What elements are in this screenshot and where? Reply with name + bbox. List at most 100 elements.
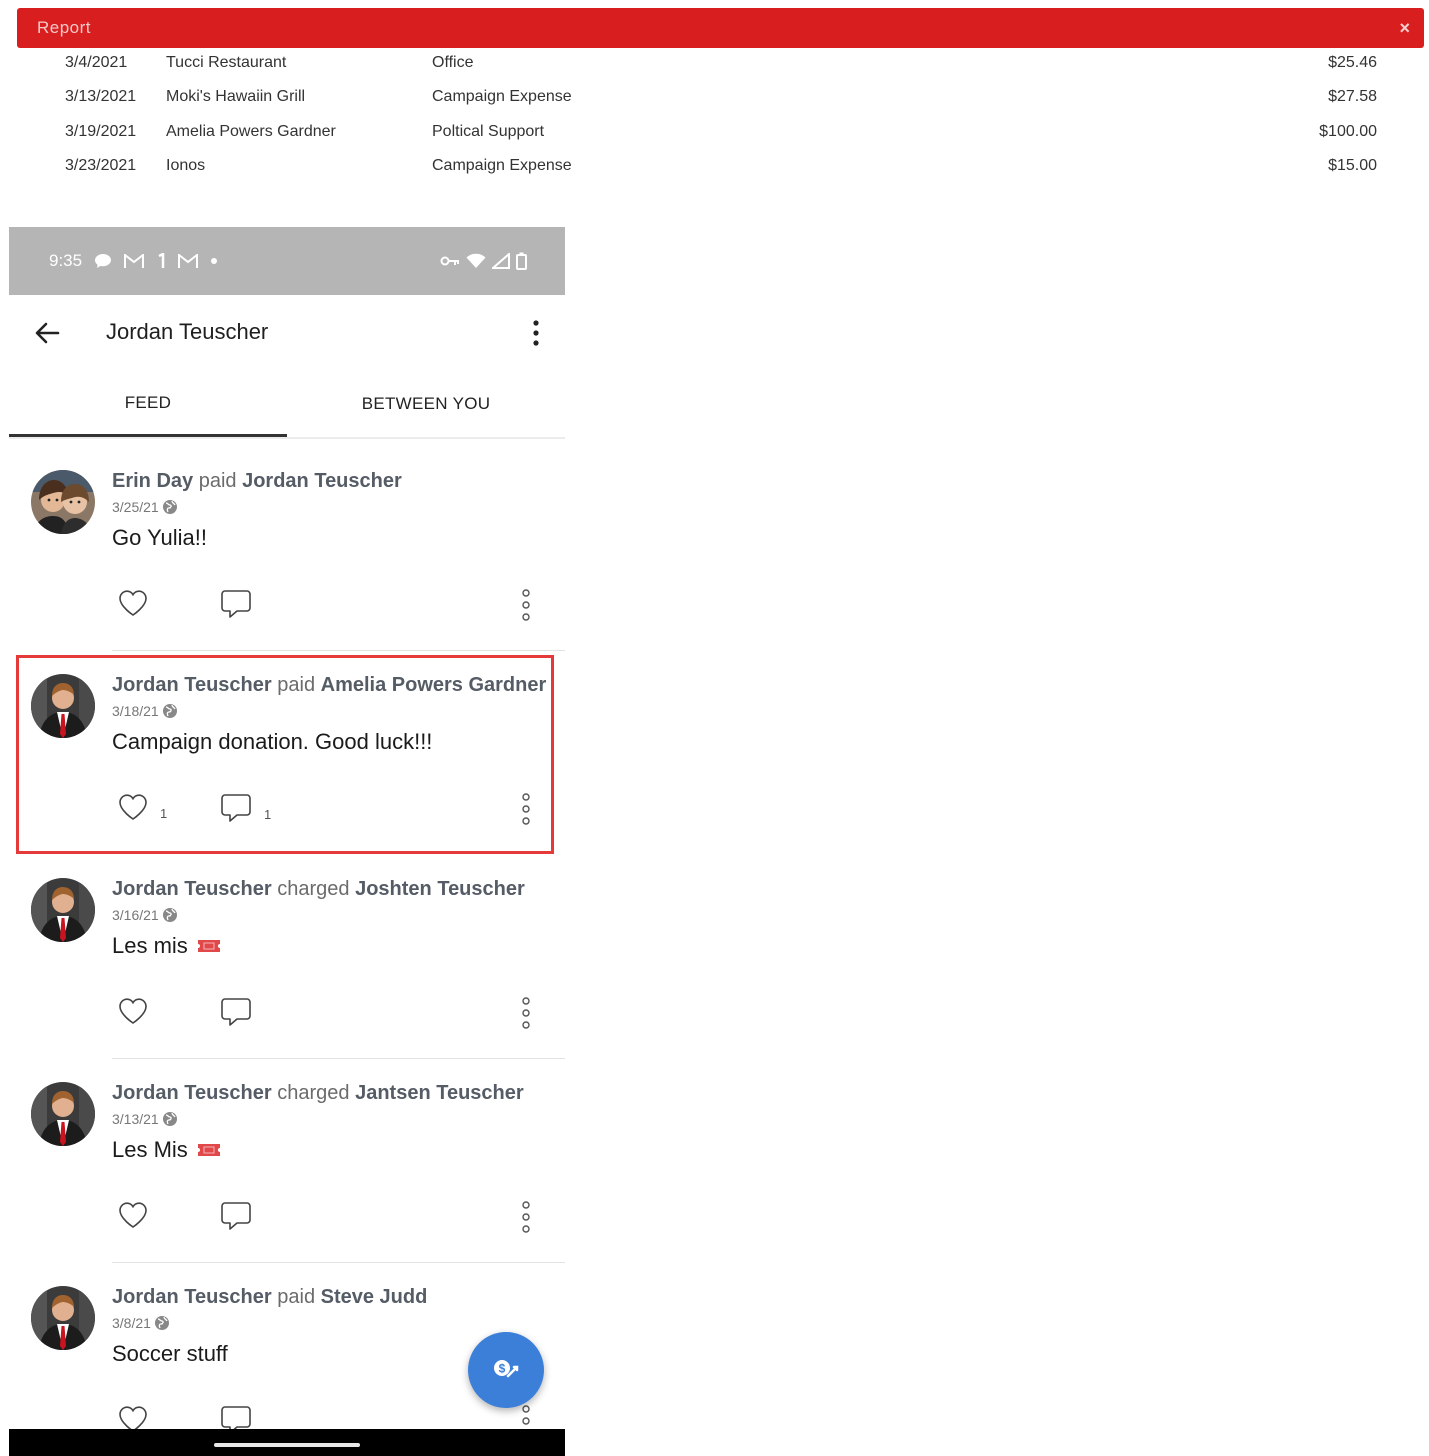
story-note-text: Les mis — [112, 933, 188, 958]
more-vert-icon[interactable] — [525, 319, 547, 347]
report-amount: $27.58 — [1328, 88, 1377, 105]
avatar[interactable] — [31, 1082, 95, 1146]
profile-title: Jordan Teuscher — [106, 319, 269, 344]
cell-signal-icon — [492, 253, 510, 269]
story-note-text: Campaign donation. Good luck!!! — [112, 729, 433, 754]
vpn-key-icon — [440, 256, 459, 266]
comment-button[interactable] — [220, 589, 264, 619]
more-vert-icon — [522, 997, 530, 1029]
report-date: 3/23/2021 — [65, 157, 137, 174]
story-actor[interactable]: Jordan Teuscher — [112, 674, 272, 696]
story-more-button[interactable] — [516, 587, 536, 623]
like-button[interactable] — [118, 1201, 160, 1229]
story-actions — [112, 1199, 542, 1239]
feed-story[interactable]: Erin Day paid Jordan Teuscher 3/25/21 Go… — [9, 447, 565, 651]
feed-story[interactable]: Jordan Teuscher charged Joshten Teuscher… — [9, 855, 565, 1059]
story-note-text: Go Yulia!! — [112, 525, 207, 550]
story-headline: Erin Day paid Jordan Teuscher — [112, 470, 552, 493]
story-date: 3/25/21 — [112, 499, 159, 515]
gmail-icon — [124, 253, 145, 268]
report-category: Office — [432, 54, 474, 71]
report-amount: $15.00 — [1328, 157, 1377, 174]
report-payee: Tucci Restaurant — [166, 54, 287, 71]
heart-icon — [119, 590, 147, 616]
like-button[interactable]: 1 — [118, 793, 167, 821]
close-icon[interactable]: × — [1399, 18, 1410, 39]
story-actions — [112, 995, 542, 1035]
report-payee: Amelia Powers Gardner — [166, 123, 336, 140]
wifi-icon — [466, 253, 486, 268]
home-gesture-pill[interactable] — [214, 1443, 360, 1447]
globe-icon — [162, 500, 177, 514]
report-category: Campaign Expense — [432, 88, 572, 105]
pay-request-icon: $ — [494, 1360, 519, 1378]
story-headline: Jordan Teuscher charged Joshten Teuscher — [112, 878, 552, 901]
report-date: 3/19/2021 — [65, 123, 137, 140]
like-count: 1 — [160, 805, 168, 821]
feed-story[interactable]: Jordan Teuscher charged Jantsen Teuscher… — [9, 1059, 565, 1263]
comment-button[interactable] — [220, 1201, 264, 1231]
app-bar: Jordan Teuscher — [9, 295, 565, 371]
story-verb: charged — [277, 878, 350, 900]
story-meta: 3/25/21 — [112, 499, 178, 515]
report-payee: Ionos — [166, 157, 206, 174]
globe-icon — [162, 1112, 177, 1126]
tab-bar: FEED BETWEEN YOU — [9, 371, 565, 439]
more-vert-icon — [522, 793, 530, 825]
story-headline: Jordan Teuscher paid Amelia Powers Gardn… — [112, 674, 552, 697]
story-target[interactable]: Amelia Powers Gardner — [321, 674, 547, 696]
report-amount: $100.00 — [1319, 123, 1377, 140]
comment-icon — [221, 1202, 251, 1230]
status-bar: 9:35 — [9, 227, 565, 295]
report-date: 3/4/2021 — [65, 54, 128, 71]
story-target[interactable]: Joshten Teuscher — [355, 878, 525, 900]
story-meta: 3/16/21 — [112, 907, 178, 923]
comment-button[interactable]: 1 — [220, 793, 271, 823]
more-vert-icon — [522, 589, 530, 621]
pay-request-button[interactable]: $ — [468, 1332, 544, 1408]
heart-icon — [119, 998, 147, 1024]
story-more-button[interactable] — [516, 1199, 536, 1235]
avatar[interactable] — [31, 878, 95, 942]
story-note-text: Soccer stuff — [112, 1341, 228, 1366]
comment-button[interactable] — [220, 997, 264, 1027]
story-more-button[interactable] — [516, 791, 536, 827]
report-row: 3/19/2021 Amelia Powers Gardner Poltical… — [0, 117, 1429, 151]
like-button[interactable] — [118, 589, 160, 617]
ticket-icon — [197, 1144, 220, 1156]
report-row: 3/13/2021 Moki's Hawaiin Grill Campaign … — [0, 82, 1429, 116]
story-note: Go Yulia!! — [112, 525, 207, 551]
story-more-button[interactable] — [516, 995, 536, 1031]
story-verb: paid — [277, 674, 316, 696]
story-actions — [112, 587, 542, 627]
avatar[interactable] — [31, 1286, 95, 1350]
tab-feed[interactable]: FEED — [9, 371, 287, 437]
avatar[interactable] — [31, 674, 95, 738]
tab-between-you[interactable]: BETWEEN YOU — [287, 371, 565, 437]
globe-icon — [154, 1316, 169, 1330]
story-target[interactable]: Steve Judd — [321, 1286, 428, 1308]
arrow-back-icon[interactable] — [33, 319, 61, 347]
story-meta: 3/13/21 — [112, 1111, 178, 1127]
story-target[interactable]: Jordan Teuscher — [242, 470, 402, 492]
story-meta: 3/8/21 — [112, 1315, 170, 1331]
like-button[interactable] — [118, 997, 160, 1025]
story-actor[interactable]: Jordan Teuscher — [112, 1082, 272, 1104]
story-note: Les mis — [112, 933, 222, 959]
story-note-text: Les Mis — [112, 1137, 188, 1162]
story-headline: Jordan Teuscher paid Steve Judd — [112, 1286, 552, 1309]
ticket-icon — [197, 940, 220, 952]
story-note: Soccer stuff — [112, 1341, 228, 1367]
story-date: 3/8/21 — [112, 1315, 151, 1331]
report-date: 3/13/2021 — [65, 88, 137, 105]
story-actor[interactable]: Erin Day — [112, 470, 193, 492]
feed-story[interactable]: Jordan Teuscher paid Amelia Powers Gardn… — [9, 651, 565, 855]
avatar[interactable] — [31, 470, 95, 534]
report-amount: $25.46 — [1328, 54, 1377, 71]
story-actor[interactable]: Jordan Teuscher — [112, 878, 272, 900]
report-category: Campaign Expense — [432, 157, 572, 174]
battery-icon — [516, 252, 527, 270]
comment-icon — [221, 590, 251, 618]
story-target[interactable]: Jantsen Teuscher — [355, 1082, 524, 1104]
story-actor[interactable]: Jordan Teuscher — [112, 1286, 272, 1308]
